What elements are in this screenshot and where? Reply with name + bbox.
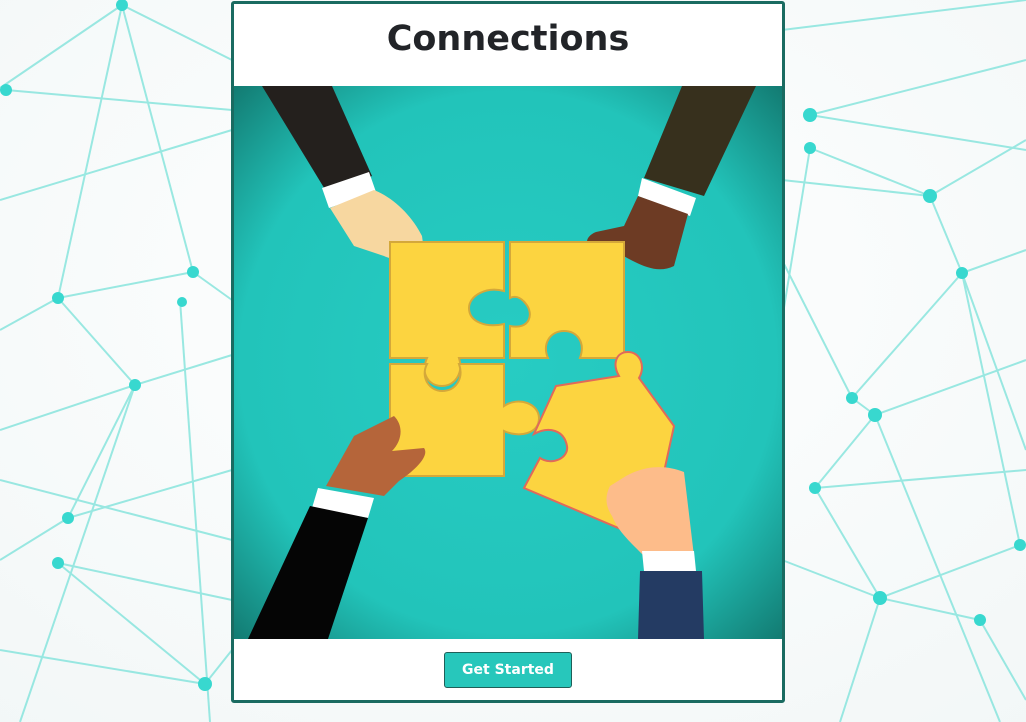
get-started-button[interactable]: Get Started (444, 652, 572, 688)
connections-card: Connections Get Started (231, 1, 785, 703)
page-title: Connections (386, 19, 630, 59)
puzzle-hands-illustration (234, 86, 782, 639)
